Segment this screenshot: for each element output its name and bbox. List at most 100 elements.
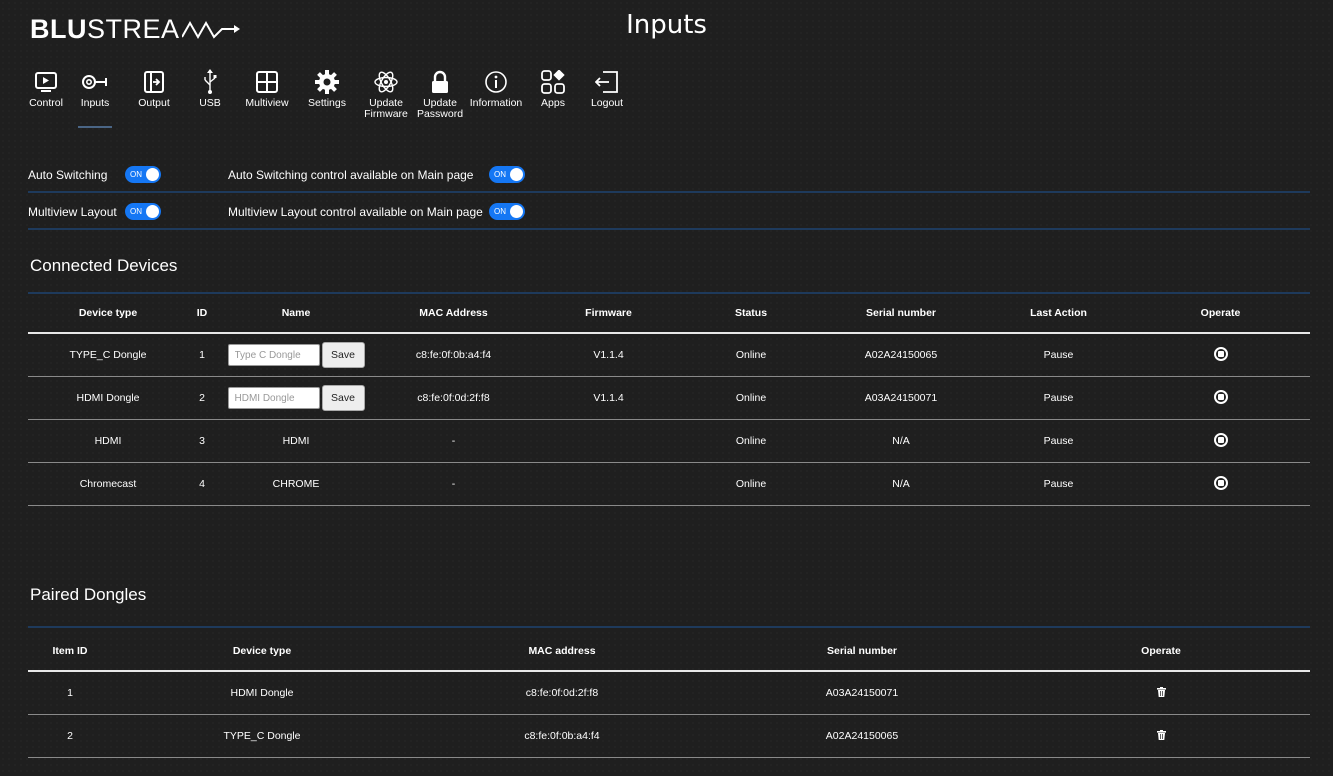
toggle-text: ON [494, 207, 506, 216]
nav-output[interactable]: Output [124, 66, 184, 122]
auto-switching-main-toggle[interactable]: ON [489, 166, 525, 183]
table-row: Chromecast 4 CHROME - Online N/A Pause [28, 462, 1310, 506]
nav-label: Apps [541, 97, 565, 109]
multiview-layout-toggle[interactable]: ON [125, 203, 161, 220]
auto-switching-toggle[interactable]: ON [125, 166, 161, 183]
col-firmware: Firmware [531, 294, 686, 334]
device-name-input[interactable] [227, 344, 320, 366]
device-serial: A02A24150065 [712, 714, 1012, 758]
device-type: HDMI [28, 419, 188, 463]
device-serial: N/A [816, 462, 986, 506]
nav-update-password[interactable]: Update Password [416, 66, 464, 122]
nav-logout[interactable]: Logout [578, 66, 636, 122]
col-device-type: Device type [28, 294, 188, 334]
auto-switching-row: Auto Switching ON Auto Switching control… [28, 166, 525, 183]
col-operate: Operate [1131, 294, 1310, 334]
stop-icon[interactable] [1213, 475, 1228, 490]
stop-icon[interactable] [1213, 432, 1228, 447]
auto-switching-main-label: Auto Switching control available on Main… [228, 167, 474, 182]
nav-inputs[interactable]: Inputs [66, 66, 124, 122]
paired-dongles-table: Item ID Device type MAC address Serial n… [28, 632, 1310, 758]
separator [28, 228, 1310, 230]
device-serial: A03A24150071 [816, 376, 986, 420]
item-id: 2 [28, 714, 112, 758]
connected-devices-table: Device type ID Name MAC Address Firmware… [28, 294, 1310, 506]
nav-label: Control [29, 97, 63, 109]
page-title: Inputs [626, 10, 707, 40]
nav-label: Multiview [245, 97, 289, 109]
col-serial: Serial number [712, 632, 1012, 672]
save-button[interactable]: Save [321, 385, 365, 411]
device-serial: A03A24150071 [712, 671, 1012, 715]
col-name: Name [216, 294, 376, 334]
lock-icon [432, 70, 448, 93]
table-row: 1 HDMI Dongle c8:fe:0f:0d:2f:f8 A03A2415… [28, 671, 1310, 715]
device-id: 1 [188, 333, 216, 377]
device-last-action: Pause [986, 376, 1131, 420]
operate-cell [1131, 376, 1310, 420]
nav-label: Information [469, 97, 523, 109]
toggle-knob [510, 168, 523, 181]
multiview-layout-row: Multiview Layout ON Multiview Layout con… [28, 203, 525, 220]
stop-icon[interactable] [1213, 389, 1228, 404]
col-mac: MAC address [412, 632, 712, 672]
nav-label: Update Password [416, 97, 464, 120]
table-row: HDMI Dongle 2 Save c8:fe:0f:0d:2f:f8 V1.… [28, 376, 1310, 420]
info-icon [485, 71, 507, 93]
device-name-input[interactable] [227, 387, 320, 409]
table-row: HDMI 3 HDMI - Online N/A Pause [28, 419, 1310, 463]
device-mac: c8:fe:0f:0d:2f:f8 [376, 376, 531, 420]
save-button[interactable]: Save [321, 342, 365, 368]
device-serial: N/A [816, 419, 986, 463]
device-type: Chromecast [28, 462, 188, 506]
nav-settings[interactable]: Settings [298, 66, 356, 122]
operate-cell [1131, 462, 1310, 506]
operate-cell [1131, 333, 1310, 377]
device-firmware: V1.1.4 [531, 333, 686, 377]
toggle-knob [146, 205, 159, 218]
table-row: TYPE_C Dongle 1 Save c8:fe:0f:0b:a4:f4 V… [28, 333, 1310, 377]
device-name-cell: Save [216, 376, 376, 420]
toggle-knob [146, 168, 159, 181]
device-mac: c8:fe:0f:0d:2f:f8 [412, 671, 712, 715]
nav-control[interactable]: Control [26, 66, 66, 122]
stop-icon[interactable] [1213, 346, 1228, 361]
trash-icon[interactable] [1156, 686, 1166, 697]
multiview-layout-main-label: Multiview Layout control available on Ma… [228, 204, 483, 219]
col-last-action: Last Action [986, 294, 1131, 334]
nav-label: Update Firmware [364, 97, 408, 120]
output-icon [144, 71, 164, 93]
nav-update-firmware[interactable]: Update Firmware [356, 66, 416, 122]
multiview-layout-main-toggle[interactable]: ON [489, 203, 525, 220]
connected-devices-title: Connected Devices [30, 256, 178, 275]
col-mac: MAC Address [376, 294, 531, 334]
input-icon [82, 75, 107, 89]
nav-multiview[interactable]: Multiview [236, 66, 298, 122]
device-last-action: Pause [986, 462, 1131, 506]
nav-label: Output [138, 97, 170, 109]
nav-label: Settings [308, 97, 346, 109]
device-type: TYPE_C Dongle [112, 714, 412, 758]
device-id: 4 [188, 462, 216, 506]
device-type: HDMI Dongle [28, 376, 188, 420]
device-serial: A02A24150065 [816, 333, 986, 377]
operate-cell [1131, 419, 1310, 463]
toggle-text: ON [130, 207, 142, 216]
nav-usb[interactable]: USB [184, 66, 236, 122]
paired-dongles-title: Paired Dongles [30, 585, 147, 604]
device-id: 2 [188, 376, 216, 420]
logout-icon [595, 71, 618, 93]
toggle-knob [510, 205, 523, 218]
device-mac: c8:fe:0f:0b:a4:f4 [376, 333, 531, 377]
operate-cell [1012, 671, 1310, 715]
nav-information[interactable]: Information [464, 66, 528, 122]
trash-icon[interactable] [1156, 729, 1166, 740]
col-operate: Operate [1012, 632, 1310, 672]
device-mac: c8:fe:0f:0b:a4:f4 [412, 714, 712, 758]
multiview-layout-label: Multiview Layout [28, 204, 117, 219]
nav-apps[interactable]: Apps [528, 66, 578, 122]
gear-icon [315, 70, 339, 94]
device-firmware [531, 462, 686, 506]
device-type: TYPE_C Dongle [28, 333, 188, 377]
device-name: CHROME [216, 462, 376, 506]
